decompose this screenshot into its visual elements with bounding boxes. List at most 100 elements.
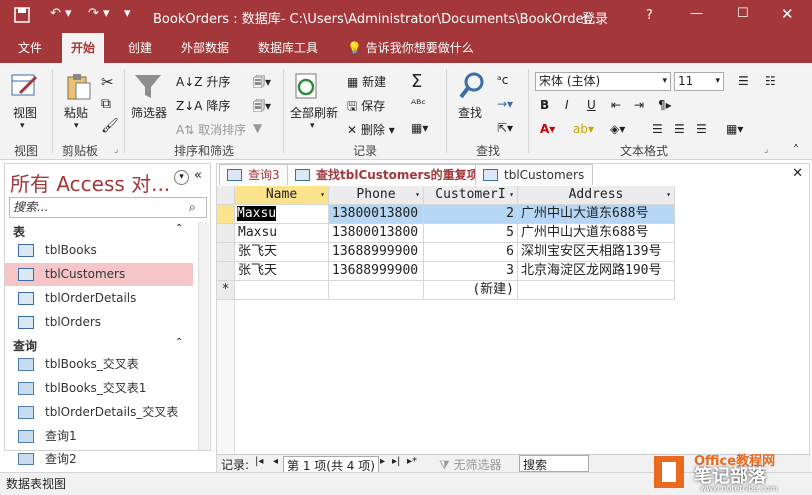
- list-numbered-icon[interactable]: ☷: [765, 74, 776, 88]
- nav-item-query[interactable]: tblOrderDetails_交叉表: [5, 401, 193, 424]
- highlight-icon[interactable]: ab▾: [573, 122, 594, 136]
- tab-home[interactable]: 开始: [62, 33, 105, 63]
- align-right-icon[interactable]: ☰: [696, 122, 707, 136]
- new-record-nav-icon[interactable]: ▸*: [407, 456, 417, 467]
- table-cell[interactable]: 13800013800: [329, 224, 424, 243]
- redo-icon[interactable]: ↷ ▾: [88, 6, 110, 21]
- maximize-icon[interactable]: ☐: [737, 6, 749, 21]
- tab-tblcustomers[interactable]: tblCustomers: [475, 164, 594, 185]
- replace-icon[interactable]: ᵃc: [497, 73, 508, 87]
- remove-sort-button[interactable]: A⇅ 取消排序: [176, 121, 246, 138]
- selection-filter-icon[interactable]: 🗐▾: [253, 73, 271, 94]
- toggle-filter-icon[interactable]: ▼: [253, 121, 262, 135]
- table-cell[interactable]: 13800013800: [329, 205, 424, 224]
- filter-button[interactable]: 筛选器: [131, 71, 167, 121]
- more-records-icon[interactable]: ▦▾: [411, 121, 428, 135]
- table-cell[interactable]: 北京海淀区龙网路190号: [518, 262, 675, 281]
- table-cell[interactable]: [235, 281, 329, 300]
- tell-me-box[interactable]: 💡 告诉我你想要做什么: [338, 33, 483, 63]
- row-selector[interactable]: [217, 224, 235, 243]
- save-icon[interactable]: [14, 7, 30, 27]
- dialog-launcher-icon[interactable]: ⌟: [114, 145, 118, 155]
- table-cell[interactable]: 张飞天: [235, 243, 329, 262]
- column-header[interactable]: Address ▾: [518, 186, 675, 205]
- align-left-icon[interactable]: ☰: [652, 122, 663, 136]
- table-cell[interactable]: 6: [424, 243, 518, 262]
- undo-icon[interactable]: ↶ ▾: [50, 6, 72, 21]
- nav-item-tblbooks[interactable]: tblBooks: [5, 239, 193, 262]
- underline-icon[interactable]: U: [587, 98, 596, 112]
- dialog-launcher-icon[interactable]: ⌟: [764, 145, 768, 155]
- align-center-icon[interactable]: ☰: [674, 122, 685, 136]
- select-icon[interactable]: ⇱▾: [497, 121, 513, 135]
- italic-icon[interactable]: I: [565, 98, 569, 112]
- sort-desc-button[interactable]: Z↓A 降序: [176, 97, 230, 114]
- nav-item-query[interactable]: 查询1: [5, 425, 193, 448]
- nav-menu-icon[interactable]: ▾: [174, 170, 189, 185]
- table-cell[interactable]: 张飞天: [235, 262, 329, 281]
- table-cell[interactable]: [518, 281, 675, 300]
- column-header[interactable]: Phone ▾: [329, 186, 424, 205]
- nav-section-tables[interactable]: 表: [13, 223, 25, 240]
- paste-button[interactable]: 粘贴 ▾: [64, 71, 92, 131]
- indent-increase-icon[interactable]: ⇥: [634, 98, 644, 112]
- advanced-filter-icon[interactable]: 🗐▾: [253, 97, 271, 118]
- tab-file[interactable]: 文件: [9, 33, 51, 63]
- customize-qat-icon[interactable]: ▾: [124, 6, 131, 21]
- table-cell[interactable]: 2: [424, 205, 518, 224]
- select-all-corner[interactable]: [217, 186, 235, 205]
- new-row-placeholder[interactable]: (新建): [424, 281, 518, 300]
- collapse-section-icon[interactable]: ⌃: [175, 223, 183, 234]
- indent-decrease-icon[interactable]: ⇤: [611, 98, 621, 112]
- rtl-icon[interactable]: ¶▸: [658, 98, 672, 112]
- table-cell[interactable]: 13688999900: [329, 262, 424, 281]
- nav-scrollbar[interactable]: [198, 222, 209, 450]
- nav-search-input[interactable]: 搜索...: [9, 197, 207, 218]
- find-button[interactable]: 查找: [458, 71, 488, 121]
- collapse-ribbon-icon[interactable]: ˄: [793, 143, 799, 157]
- new-record-button[interactable]: ▦ 新建: [347, 73, 386, 90]
- sort-asc-button[interactable]: A↓Z 升序: [176, 73, 230, 90]
- font-name-select[interactable]: 宋体 (主体) ▾: [535, 72, 671, 91]
- nav-pane-title[interactable]: 所有 Access 对...: [10, 168, 170, 197]
- row-selector[interactable]: [217, 262, 235, 281]
- nav-item-query[interactable]: tblBooks_交叉表: [5, 353, 193, 376]
- save-record-button[interactable]: 🖫 保存: [347, 97, 385, 118]
- new-row-marker[interactable]: *: [217, 281, 235, 300]
- font-size-select[interactable]: 11 ▾: [674, 72, 724, 91]
- refresh-all-button[interactable]: 全部刷新 ▾: [290, 71, 338, 131]
- tab-external-data[interactable]: 外部数据: [172, 33, 238, 63]
- filter-status[interactable]: ⧩ 无筛选器: [439, 456, 502, 473]
- nav-item-query[interactable]: tblBooks_交叉表1: [5, 377, 193, 400]
- cut-icon[interactable]: ✂: [101, 73, 114, 91]
- nav-item-query[interactable]: 查询2: [5, 448, 193, 470]
- font-color-icon[interactable]: A▾: [540, 122, 555, 136]
- table-cell[interactable]: [329, 281, 424, 300]
- bold-icon[interactable]: B: [540, 98, 549, 112]
- record-search-input[interactable]: 搜索: [519, 455, 589, 472]
- table-cell[interactable]: 广州中山大道东688号: [518, 224, 675, 243]
- nav-section-queries[interactable]: 查询: [13, 337, 37, 354]
- nav-item-tblcustomers[interactable]: tblCustomers: [5, 263, 193, 286]
- last-record-icon[interactable]: ▸|: [392, 456, 400, 467]
- first-record-icon[interactable]: |◂: [255, 456, 263, 467]
- goto-icon[interactable]: →▾: [497, 97, 513, 111]
- prev-record-icon[interactable]: ◂: [273, 456, 278, 467]
- nav-item-tblorders[interactable]: tblOrders: [5, 311, 193, 334]
- next-record-icon[interactable]: ▸: [380, 456, 385, 467]
- list-icon[interactable]: ☰: [738, 74, 749, 88]
- tab-query3[interactable]: 查询3: [219, 164, 289, 185]
- help-button[interactable]: ?: [646, 8, 653, 23]
- tab-create[interactable]: 创建: [119, 33, 161, 63]
- row-selector[interactable]: [217, 205, 235, 224]
- close-tab-icon[interactable]: ✕: [792, 166, 803, 181]
- view-button[interactable]: 视图 ▾: [10, 71, 38, 131]
- minimize-icon[interactable]: —: [690, 6, 703, 21]
- tab-find-duplicates[interactable]: 查找tblCustomers的重复项: [287, 164, 488, 185]
- table-cell[interactable]: 3: [424, 262, 518, 281]
- nav-item-tblorderdetails[interactable]: tblOrderDetails: [5, 287, 193, 310]
- spelling-icon[interactable]: ᴬᴮᶜ: [411, 97, 426, 111]
- search-icon[interactable]: ⌕: [189, 200, 196, 215]
- row-selector[interactable]: [217, 243, 235, 262]
- gridlines-icon[interactable]: ▦▾: [726, 122, 743, 136]
